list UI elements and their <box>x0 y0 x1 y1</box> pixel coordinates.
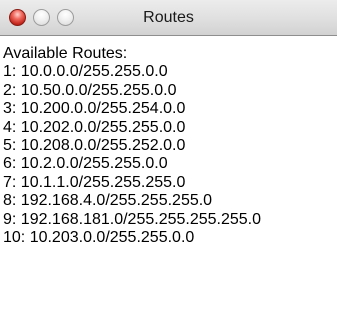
route-line: 1: 10.0.0.0/255.255.0.0 <box>3 63 168 81</box>
close-button-icon[interactable] <box>9 9 26 26</box>
routes-window: Routes Available Routes: 1: 10.0.0.0/255… <box>0 0 337 322</box>
route-line: 7: 10.1.1.0/255.255.255.0 <box>3 173 186 191</box>
route-line: 9: 192.168.181.0/255.255.255.255.0 <box>3 210 262 228</box>
route-line: 2: 10.50.0.0/255.255.0.0 <box>3 81 177 99</box>
window-title: Routes <box>143 9 194 26</box>
routes-text-area: Available Routes: 1: 10.0.0.0/255.255.0.… <box>3 45 337 247</box>
route-line: 5: 10.208.0.0/255.252.0.0 <box>3 136 186 154</box>
route-line: 8: 192.168.4.0/255.255.255.0 <box>3 192 213 210</box>
route-line: 10: 10.203.0.0/255.255.0.0 <box>3 228 195 246</box>
route-line: 6: 10.2.0.0/255.255.0.0 <box>3 155 168 173</box>
route-line: 3: 10.200.0.0/255.254.0.0 <box>3 100 186 118</box>
title-bar[interactable]: Routes <box>0 0 337 36</box>
route-line: 4: 10.202.0.0/255.255.0.0 <box>3 118 186 136</box>
minimize-button-icon[interactable] <box>33 9 50 26</box>
routes-heading: Available Routes: <box>3 45 128 62</box>
zoom-button-icon[interactable] <box>57 9 74 26</box>
